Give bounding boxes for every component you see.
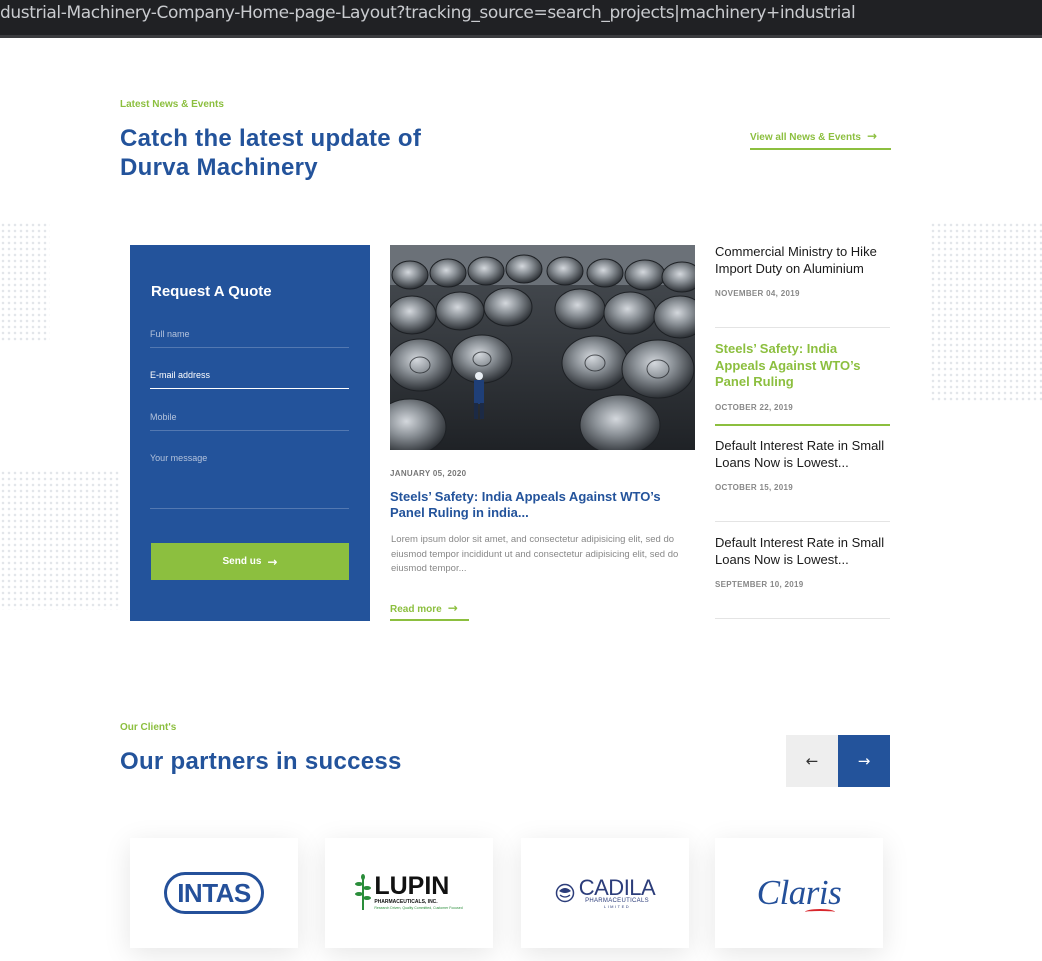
- full-name-placeholder: Full name: [150, 329, 190, 339]
- browser-address-bar[interactable]: dustrial-Machinery-Company-Home-page-Lay…: [0, 0, 1042, 38]
- news-item-date: NOVEMBER 04, 2019: [715, 289, 800, 298]
- intas-logo: INTAS: [164, 872, 264, 914]
- cadila-logo-subtitle: PHARMACEUTICALS: [585, 897, 649, 904]
- address-url-text[interactable]: dustrial-Machinery-Company-Home-page-Lay…: [0, 3, 856, 23]
- news-item-title[interactable]: Steels’ Safety: India Appeals Against WT…: [715, 341, 890, 391]
- news-item-title[interactable]: Default Interest Rate in Small Loans Now…: [715, 438, 890, 471]
- news-list-item[interactable]: Default Interest Rate in Small Loans Now…: [715, 535, 890, 619]
- quote-form-title: Request A Quote: [151, 283, 272, 300]
- message-field[interactable]: Your message: [150, 453, 349, 509]
- featured-post-title[interactable]: Steels’ Safety: India Appeals Against WT…: [390, 489, 695, 521]
- world-map-dots-left-lower: [0, 470, 120, 610]
- featured-post-excerpt: Lorem ipsum dolor sit amet, and consecte…: [391, 534, 679, 574]
- arrow-right-icon: →: [267, 554, 278, 569]
- full-name-field[interactable]: Full name: [150, 329, 349, 348]
- world-map-dots-left: [0, 222, 50, 342]
- mobile-placeholder: Mobile: [150, 412, 177, 422]
- featured-post-date: JANUARY 05, 2020: [390, 469, 467, 478]
- carousel-prev-button[interactable]: ←: [786, 735, 838, 787]
- news-list-item-active[interactable]: Steels’ Safety: India Appeals Against WT…: [715, 341, 890, 426]
- send-button-label: Send us: [222, 556, 262, 567]
- steel-coils-photo: [390, 245, 695, 450]
- news-title-line-2: Durva Machinery: [120, 154, 318, 181]
- arrow-right-icon: →: [447, 601, 458, 615]
- view-all-label: View all News & Events: [750, 132, 861, 143]
- cadila-emblem-icon: [555, 883, 574, 903]
- email-field[interactable]: E-mail address: [150, 370, 349, 389]
- news-item-date: OCTOBER 15, 2019: [715, 483, 794, 492]
- send-button[interactable]: Send us →: [151, 543, 349, 580]
- mobile-field[interactable]: Mobile: [150, 412, 349, 431]
- claris-swoosh-icon: [804, 909, 835, 915]
- news-item-date: OCTOBER 22, 2019: [715, 402, 794, 412]
- client-logo-claris[interactable]: Claris: [715, 838, 883, 948]
- read-more-link[interactable]: Read more →: [390, 601, 469, 621]
- lupin-logo-subtitle: PHARMACEUTICALS, INC.: [374, 899, 438, 905]
- client-logo-intas[interactable]: INTAS: [130, 838, 298, 948]
- world-map-dots-right: [930, 222, 1042, 402]
- cadila-logo: CADILA PHARMACEUTICALS LIMITED: [555, 874, 656, 909]
- lupin-logo-tagline: Research Driven, Quality Committed, Cust…: [374, 906, 463, 910]
- claris-logo: Claris: [757, 873, 842, 913]
- featured-post-image[interactable]: [390, 245, 695, 450]
- intas-logo-text: INTAS: [177, 877, 251, 908]
- client-logo-cadila[interactable]: CADILA PHARMACEUTICALS LIMITED: [521, 838, 689, 948]
- view-all-news-link[interactable]: View all News & Events →: [750, 129, 891, 150]
- news-item-date: SEPTEMBER 10, 2019: [715, 580, 804, 589]
- arrow-left-icon: ←: [805, 752, 819, 770]
- clients-eyebrow: Our Client's: [120, 722, 177, 733]
- carousel-next-button[interactable]: →: [838, 735, 890, 787]
- news-section-title: Catch the latest update of Durva Machine…: [120, 124, 520, 182]
- news-list-item[interactable]: Commercial Ministry to Hike Import Duty …: [715, 244, 890, 328]
- news-list-item[interactable]: Default Interest Rate in Small Loans Now…: [715, 438, 890, 522]
- lupin-logo: LUPIN PHARMACEUTICALS, INC. Research Dri…: [355, 872, 463, 912]
- cadila-logo-limited: LIMITED: [603, 903, 631, 909]
- clients-section-title: Our partners in success: [120, 748, 402, 775]
- news-item-title[interactable]: Default Interest Rate in Small Loans Now…: [715, 535, 890, 568]
- cadila-logo-text: CADILA: [578, 874, 656, 900]
- request-quote-form: Request A Quote Full name E-mail address…: [130, 245, 370, 621]
- news-title-line-1: Catch the latest update of: [120, 125, 422, 152]
- lupin-leaf-icon: [355, 874, 372, 910]
- message-placeholder: Your message: [150, 453, 208, 463]
- arrow-right-icon: →: [857, 752, 871, 770]
- news-item-title[interactable]: Commercial Ministry to Hike Import Duty …: [715, 244, 890, 277]
- lupin-logo-text: LUPIN: [374, 872, 450, 900]
- news-eyebrow: Latest News & Events: [120, 99, 224, 110]
- claris-logo-text: Claris: [756, 873, 842, 912]
- email-placeholder: E-mail address: [150, 370, 211, 380]
- client-logo-lupin[interactable]: LUPIN PHARMACEUTICALS, INC. Research Dri…: [325, 838, 493, 948]
- read-more-label: Read more: [390, 604, 442, 615]
- arrow-right-icon: →: [866, 129, 878, 143]
